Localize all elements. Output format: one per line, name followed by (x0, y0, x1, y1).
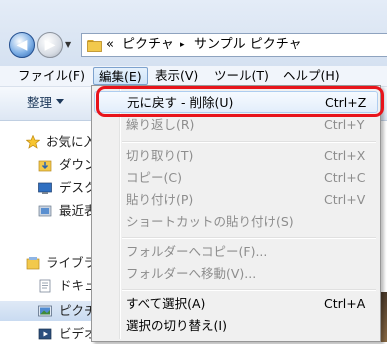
organize-button[interactable]: 整理 (27, 95, 52, 111)
menu-item-label: ショートカットの貼り付け(S) (126, 214, 294, 229)
menu-help[interactable]: ヘルプ(H) (278, 67, 345, 85)
organize-dropdown-icon (56, 99, 64, 104)
menu-item-shortcut: Ctrl+C (324, 170, 366, 185)
videos-icon (38, 328, 52, 340)
menu-edit[interactable]: 編集(E) (93, 67, 148, 85)
menu-item-shortcut: Ctrl+X (324, 148, 366, 163)
edit-menu-dropdown: 元に戻す - 削除(U) Ctrl+Z 繰り返し(R) Ctrl+Y 切り取り(… (91, 85, 381, 342)
breadcrumb-item-sample-pictures[interactable]: サンプル ピクチャ (194, 37, 302, 53)
menu-item-shortcut: Ctrl+Y (324, 117, 365, 132)
highlight-callout (96, 86, 384, 117)
menu-item-paste[interactable]: 貼り付け(P) Ctrl+V (94, 189, 378, 211)
nav-item-label: お気に入 (46, 134, 97, 149)
back-button[interactable]: ◀ (9, 32, 35, 58)
menu-item-invert-selection[interactable]: 選択の切り替え(I) (94, 315, 378, 337)
menu-item-label: 貼り付け(P) (126, 192, 194, 207)
downloads-folder-icon (38, 160, 52, 172)
back-arrow-icon: ◀ (16, 37, 28, 53)
forward-arrow-icon: ▶ (44, 37, 56, 53)
recent-places-icon (38, 205, 52, 217)
menu-item-shortcut: Ctrl+V (324, 192, 366, 207)
menu-item-label: フォルダーへ移動(V)... (126, 266, 257, 281)
menu-item-label: 選択の切り替え(I) (126, 318, 227, 333)
forward-button[interactable]: ▶ (37, 32, 63, 58)
menu-item-shortcut: Ctrl+A (324, 296, 366, 311)
nav-item-label: ライブラ (46, 255, 97, 270)
menu-tools[interactable]: ツール(T) (209, 67, 274, 85)
menu-item-label: フォルダーへコピー(F)... (126, 244, 268, 259)
libraries-icon (26, 257, 40, 270)
content-thumbnail-edge (381, 292, 387, 342)
menu-item-label: すべて選択(A) (126, 296, 206, 311)
menu-item-label: 切り取り(T) (126, 148, 194, 163)
menu-file[interactable]: ファイル(F) (13, 67, 90, 85)
menu-item-cut[interactable]: 切り取り(T) Ctrl+X (94, 145, 378, 167)
recent-pages-chevron-icon[interactable]: ▼ (65, 38, 77, 52)
menu-item-select-all[interactable]: すべて選択(A) Ctrl+A (94, 293, 378, 315)
menu-item-label: コピー(C) (126, 170, 182, 185)
star-icon (26, 135, 40, 149)
menu-item-copy-to-folder[interactable]: フォルダーへコピー(F)... (94, 241, 378, 263)
menu-separator (122, 237, 376, 239)
breadcrumb-item-pictures[interactable]: ピクチャ (122, 37, 174, 53)
menu-separator (122, 141, 376, 143)
menu-item-move-to-folder[interactable]: フォルダーへ移動(V)... (94, 263, 378, 285)
menu-view[interactable]: 表示(V) (150, 67, 203, 85)
menu-bar: ファイル(F) 編集(E) 表示(V) ツール(T) ヘルプ(H) (0, 66, 387, 87)
menu-item-paste-shortcut[interactable]: ショートカットの貼り付け(S) (94, 211, 378, 233)
navigation-bar: ◀ ▶ ▼ « ピクチャ ▸ サンプル ピクチャ (0, 0, 387, 66)
pictures-icon (38, 305, 52, 317)
breadcrumb-separator-icon[interactable]: ▸ (180, 37, 185, 53)
menu-item-redo[interactable]: 繰り返し(R) Ctrl+Y (94, 114, 378, 136)
desktop-icon (38, 182, 52, 194)
menu-item-label: 繰り返し(R) (126, 117, 195, 132)
folder-icon (87, 40, 102, 52)
menu-item-copy[interactable]: コピー(C) Ctrl+C (94, 167, 378, 189)
address-bar[interactable]: « ピクチャ ▸ サンプル ピクチャ (81, 33, 387, 57)
breadcrumb-overflow-icon[interactable]: « (106, 37, 114, 53)
documents-icon (39, 279, 51, 293)
menu-separator (122, 289, 376, 291)
